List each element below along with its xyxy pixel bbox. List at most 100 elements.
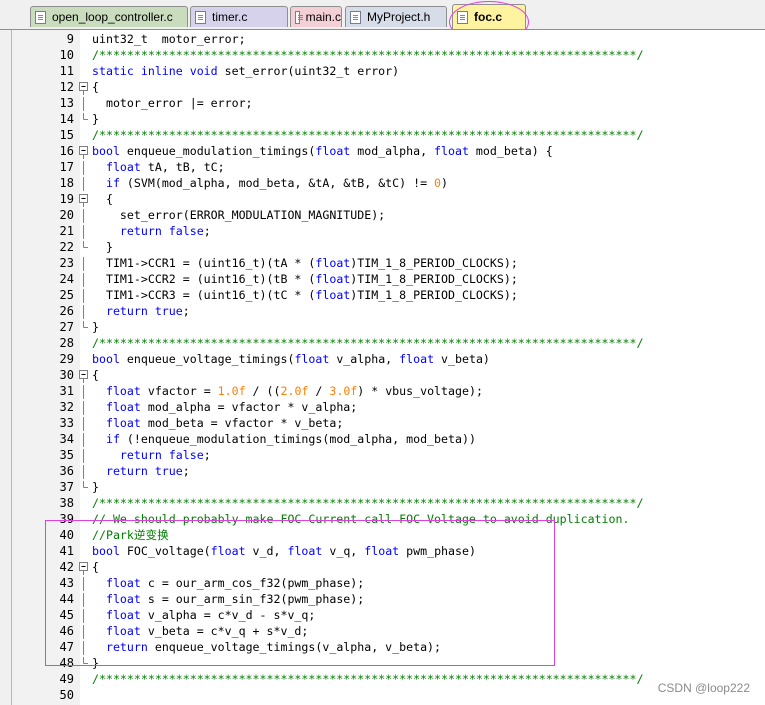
code-text: return enqueue_voltage_timings(v_alpha, … bbox=[92, 639, 441, 655]
line-number: 25 bbox=[59, 288, 74, 302]
tab-open-loop-controller[interactable]: open_loop_controller.c bbox=[30, 6, 188, 27]
code-line: 9 uint32_t motor_error; bbox=[12, 31, 765, 47]
code-token: v_alpha, bbox=[329, 352, 400, 366]
code-token: ) * vbus_voltage); bbox=[357, 384, 483, 398]
line-number: 50 bbox=[59, 688, 74, 702]
code-token: } bbox=[92, 480, 99, 494]
code-text: { bbox=[92, 367, 99, 383]
c-file-icon bbox=[457, 10, 468, 24]
code-token: / bbox=[308, 384, 330, 398]
fold-collapse-icon[interactable] bbox=[78, 145, 90, 159]
line-number: 32 bbox=[59, 400, 74, 414]
code-text: /***************************************… bbox=[92, 47, 643, 63]
keyword-token: float bbox=[210, 544, 246, 558]
line-number: 30 bbox=[59, 368, 74, 382]
code-text: uint32_t motor_error; bbox=[92, 31, 246, 47]
keyword-token: return true bbox=[105, 304, 183, 318]
number-token: 2.0f bbox=[280, 384, 309, 398]
tab-label: timer.c bbox=[212, 10, 248, 24]
fold-guide-line bbox=[83, 289, 84, 303]
tab-timer[interactable]: timer.c bbox=[190, 6, 288, 27]
code-token: (!enqueue_modulation_timings(mod_alpha, … bbox=[119, 432, 476, 446]
comment-token: /***************************************… bbox=[92, 496, 644, 510]
code-text: //Park逆变换 bbox=[92, 527, 169, 543]
code-token: (SVM(mod_alpha, mod_beta, &tA, &tB, &tC)… bbox=[119, 176, 435, 190]
fold-collapse-icon[interactable] bbox=[78, 369, 90, 383]
keyword-token: float bbox=[105, 416, 141, 430]
fold-guide-line bbox=[83, 305, 84, 319]
code-token: } bbox=[92, 240, 113, 254]
code-token: c = our_arm_cos_f32(pwm_phase); bbox=[140, 576, 365, 590]
line-number: 11 bbox=[59, 64, 74, 78]
code-text: { bbox=[92, 191, 113, 207]
tab-label: foc.c bbox=[474, 10, 503, 24]
code-text: // We should probably make FOC Current c… bbox=[92, 511, 629, 527]
code-editor[interactable]: 9 uint32_t motor_error; 10 /***************… bbox=[11, 30, 765, 705]
code-text: if (!enqueue_modulation_timings(mod_alph… bbox=[92, 431, 476, 447]
fold-collapse-icon[interactable] bbox=[78, 81, 90, 95]
code-token: )TIM_1_8_PERIOD_CLOCKS); bbox=[350, 272, 518, 286]
code-token: ; bbox=[203, 224, 211, 238]
keyword-token: float bbox=[315, 256, 351, 270]
fold-end-marker bbox=[83, 657, 88, 664]
line-number: 42 bbox=[59, 560, 74, 574]
line-number: 23 bbox=[59, 256, 74, 270]
code-token: ; bbox=[203, 448, 211, 462]
line-number: 48 bbox=[59, 656, 74, 670]
code-token: TIM1->CCR3 = (uint16_t)(tC * ( bbox=[92, 288, 316, 302]
code-token: set_error(uint32_t error) bbox=[217, 64, 400, 78]
code-text: /***************************************… bbox=[92, 127, 643, 143]
line-number: 47 bbox=[59, 640, 74, 654]
line-number: 17 bbox=[59, 160, 74, 174]
fold-collapse-icon[interactable] bbox=[78, 193, 90, 207]
code-token: )TIM_1_8_PERIOD_CLOCKS); bbox=[350, 288, 518, 302]
fold-guide-line bbox=[83, 385, 84, 399]
code-line: 24 TIM1->CCR2 = (uint16_t)(tB * (float)T… bbox=[12, 271, 765, 287]
keyword-token: float bbox=[294, 352, 330, 366]
code-text: float tA, tB, tC; bbox=[92, 159, 225, 175]
keyword-token: float bbox=[105, 624, 141, 638]
tab-foc-c[interactable]: foc.c bbox=[452, 4, 526, 29]
fold-guide-line bbox=[83, 449, 84, 463]
code-text: bool FOC_voltage(float v_d, float v_q, f… bbox=[92, 543, 476, 559]
code-line: 13 motor_error |= error; bbox=[12, 95, 765, 111]
code-text: bool enqueue_modulation_timings(float mo… bbox=[92, 143, 553, 159]
code-token: pwm_phase) bbox=[399, 544, 476, 558]
code-line: 48} bbox=[12, 655, 765, 671]
code-token: enqueue_voltage_timings( bbox=[119, 352, 295, 366]
code-token: TIM1->CCR1 = (uint16_t)(tA * ( bbox=[92, 256, 316, 270]
line-number: 16 bbox=[59, 144, 74, 158]
line-number: 9 bbox=[66, 32, 74, 46]
code-text: } bbox=[92, 111, 99, 127]
keyword-token: bool bbox=[92, 144, 120, 158]
keyword-token: float bbox=[105, 400, 141, 414]
watermark: CSDN @loop222 bbox=[657, 681, 750, 695]
keyword-token: bool bbox=[92, 352, 120, 366]
code-text: /***************************************… bbox=[92, 335, 643, 351]
code-text: } bbox=[92, 239, 113, 255]
code-text: } bbox=[92, 319, 99, 335]
comment-token: /***************************************… bbox=[92, 336, 644, 350]
line-number: 49 bbox=[59, 672, 74, 686]
code-line: 41 bool FOC_voltage(float v_d, float v_q,… bbox=[12, 543, 765, 559]
fold-guide-line bbox=[83, 465, 84, 479]
code-token: v_alpha = c*v_d - s*v_q; bbox=[140, 608, 316, 622]
code-token: motor_error |= error; bbox=[92, 96, 253, 110]
fold-end-marker bbox=[83, 241, 88, 248]
line-number: 28 bbox=[59, 336, 74, 350]
fold-guide-line bbox=[83, 209, 84, 223]
fold-guide-line bbox=[83, 97, 84, 111]
code-token: v_q, bbox=[322, 544, 365, 558]
code-token: ; bbox=[182, 464, 190, 478]
tab-main[interactable]: main.c bbox=[290, 6, 342, 27]
code-text: float c = our_arm_cos_f32(pwm_phase); bbox=[92, 575, 364, 591]
tab-myproject-h[interactable]: MyProject.h bbox=[345, 6, 447, 27]
fold-collapse-icon[interactable] bbox=[78, 561, 90, 575]
